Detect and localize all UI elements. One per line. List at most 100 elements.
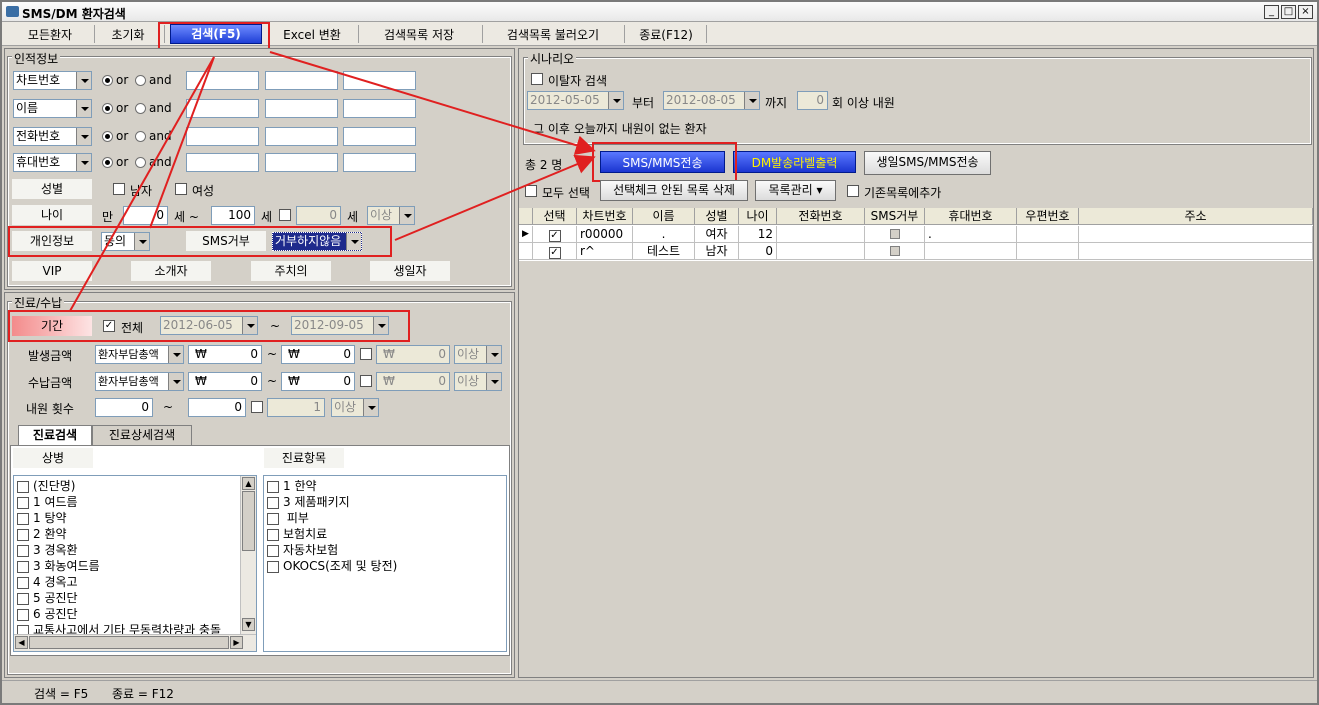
list-item[interactable]: 피부 [267, 510, 309, 526]
visit-count-input[interactable]: 0 [797, 91, 828, 110]
dropout-checkbox[interactable] [531, 73, 543, 85]
column-header[interactable]: 나이 [739, 208, 777, 225]
search-value-input[interactable] [343, 127, 416, 146]
age-extra-checkbox[interactable] [279, 209, 291, 221]
item-checkbox[interactable] [17, 544, 29, 557]
age-from-input[interactable]: 0 [123, 206, 168, 225]
menu-save-list[interactable]: 검색목록 저장 [364, 26, 474, 44]
disease-hscroll[interactable]: ◀ ▶ [14, 634, 256, 651]
amount-extra-checkbox[interactable] [360, 375, 372, 387]
table-cell[interactable] [925, 243, 1017, 260]
item-checkbox[interactable] [17, 560, 29, 573]
table-cell[interactable]: 12 [739, 226, 777, 243]
visit-cond-select[interactable]: 이상 [331, 398, 379, 417]
male-checkbox[interactable] [113, 183, 125, 195]
minimize-icon[interactable]: _ [1264, 5, 1279, 19]
search-value-input[interactable] [186, 127, 259, 146]
column-header[interactable]: 우편번호 [1017, 208, 1079, 225]
search-field-select[interactable]: 차트번호 [13, 71, 92, 90]
tab-treatment-search[interactable]: 진료검색 [18, 425, 92, 446]
item-checkbox[interactable] [267, 544, 279, 557]
table-cell[interactable]: . [633, 226, 695, 243]
search-value-input[interactable] [186, 99, 259, 118]
amount-cond-select[interactable]: 이상 [454, 372, 502, 391]
or-radio[interactable] [102, 75, 113, 86]
list-item[interactable]: 6 공진단 [17, 606, 78, 622]
table-cell[interactable] [1017, 243, 1079, 260]
list-item[interactable]: 1 여드름 [17, 494, 78, 510]
referrer-label[interactable]: 소개자 [131, 261, 211, 281]
list-item[interactable]: 1 한약 [267, 478, 317, 494]
or-radio[interactable] [102, 103, 113, 114]
menu-reset[interactable]: 초기화 [98, 26, 158, 44]
row-select-checkbox[interactable]: ✓ [548, 247, 561, 259]
search-value-input[interactable] [265, 99, 338, 118]
amount-extra-checkbox[interactable] [360, 348, 372, 360]
item-list[interactable]: 1 한약 3 제품패키지 피부 보험치료 자동차보험 OKOCS(조제 및 탕전) [263, 475, 507, 652]
search-value-input[interactable] [265, 127, 338, 146]
item-checkbox[interactable] [17, 480, 29, 493]
scenario-from-date[interactable]: 2012-05-05 [527, 91, 624, 110]
disease-list[interactable]: (진단명) 1 여드름 1 탕약 2 환약 3 경옥환 3 화농여드름 4 경옥고 5 공진단… [13, 475, 257, 652]
search-value-input[interactable] [186, 153, 259, 172]
table-cell[interactable]: r00000 [577, 226, 633, 243]
table-cell[interactable]: 여자 [695, 226, 739, 243]
add-existing-checkbox[interactable] [847, 185, 859, 197]
birthday-sms-button[interactable]: 생일SMS/MMS전송 [864, 151, 991, 175]
dm-label-button[interactable]: DM발송라벨출력 [733, 151, 856, 173]
disease-vscroll[interactable]: ▲ ▼ [240, 476, 256, 634]
table-cell[interactable]: 테스트 [633, 243, 695, 260]
search-value-input[interactable] [343, 71, 416, 90]
select-all-checkbox[interactable] [525, 185, 537, 197]
vip-label[interactable]: VIP [12, 261, 92, 281]
list-item[interactable]: 3 제품패키지 [267, 494, 350, 510]
table-cell[interactable] [777, 243, 865, 260]
age-cond-select[interactable]: 이상 [367, 206, 415, 225]
female-checkbox[interactable] [175, 183, 187, 195]
item-checkbox[interactable] [17, 576, 29, 589]
list-item[interactable]: OKOCS(조제 및 탕전) [267, 558, 397, 574]
birthday-label[interactable]: 생일자 [370, 261, 450, 281]
menu-excel[interactable]: Excel 변환 [272, 26, 352, 44]
hscroll-thumb[interactable] [29, 636, 229, 649]
list-item[interactable]: 보험치료 [267, 526, 327, 542]
table-cell[interactable]: ✓ [533, 243, 577, 260]
search-value-input[interactable] [186, 71, 259, 90]
column-header[interactable]: 전화번호 [777, 208, 865, 225]
item-checkbox[interactable] [267, 528, 279, 541]
amount-to-input[interactable]: ₩0 [281, 372, 355, 391]
item-checkbox[interactable] [17, 528, 29, 541]
menu-exit[interactable]: 종료(F12) [630, 26, 702, 44]
doctor-label[interactable]: 주치의 [251, 261, 331, 281]
tab-treatment-detail[interactable]: 진료상세검색 [92, 425, 192, 445]
item-checkbox[interactable] [17, 592, 29, 605]
scroll-down-icon[interactable]: ▼ [242, 618, 255, 631]
close-icon[interactable]: × [1298, 5, 1313, 19]
table-cell[interactable]: ✓ [533, 226, 577, 243]
scroll-up-icon[interactable]: ▲ [242, 477, 255, 490]
column-header[interactable]: 이름 [633, 208, 695, 225]
item-checkbox[interactable] [17, 512, 29, 525]
column-header[interactable]: 차트번호 [577, 208, 633, 225]
table-cell[interactable] [865, 243, 925, 260]
amount-extra-input[interactable]: ₩0 [376, 372, 450, 391]
search-field-select[interactable]: 이름 [13, 99, 92, 118]
list-item[interactable]: 4 경옥고 [17, 574, 78, 590]
and-radio[interactable] [135, 75, 146, 86]
sms-refuse-checkbox[interactable] [889, 246, 900, 256]
delete-unchecked-button[interactable]: 선택체크 안된 목록 삭제 [600, 180, 748, 201]
or-radio[interactable] [102, 131, 113, 142]
scroll-left-icon[interactable]: ◀ [15, 636, 28, 649]
item-checkbox[interactable] [17, 608, 29, 621]
item-checkbox[interactable] [267, 512, 279, 525]
list-item[interactable]: 3 경옥환 [17, 542, 78, 558]
list-item[interactable]: (진단명) [17, 478, 75, 494]
scroll-thumb[interactable] [242, 491, 255, 551]
amount-to-input[interactable]: ₩0 [281, 345, 355, 364]
search-field-select[interactable]: 전화번호 [13, 127, 92, 146]
amount-from-input[interactable]: ₩0 [188, 345, 262, 364]
amount-extra-input[interactable]: ₩0 [376, 345, 450, 364]
table-cell[interactable] [777, 226, 865, 243]
table-cell[interactable] [865, 226, 925, 243]
or-radio[interactable] [102, 157, 113, 168]
